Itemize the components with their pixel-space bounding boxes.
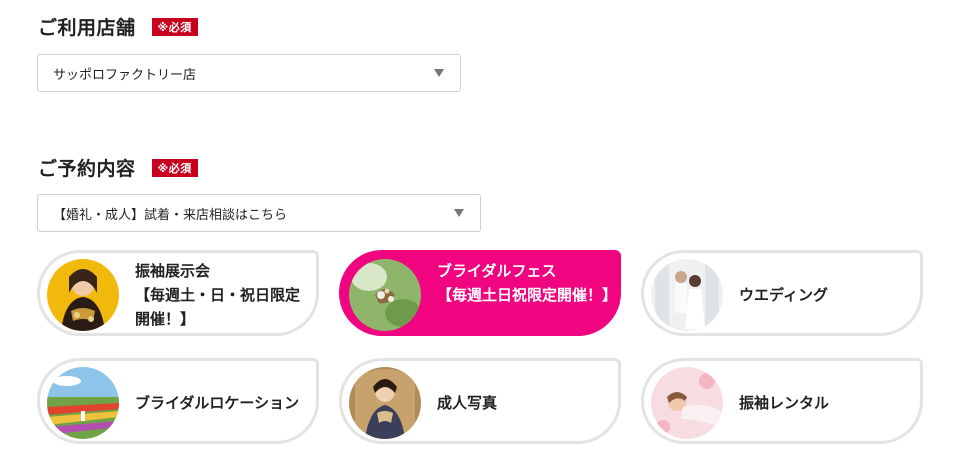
store-select[interactable]: サッポロファクトリー店 [37, 54, 461, 92]
chevron-down-icon [454, 209, 464, 217]
furisode-exhibition-thumbnail [47, 259, 119, 331]
store-section-title: ご利用店舗 ※必須 [38, 13, 198, 40]
option-label: 振袖レンタル [739, 394, 830, 412]
store-select-value: サッポロファクトリー店 [53, 67, 197, 83]
reservation-title: ご予約内容 [38, 158, 136, 180]
option-label: 成人写真 [437, 394, 498, 412]
option-card-bridal-location[interactable]: ブライダルロケーション [37, 358, 319, 444]
option-card-bridal-fes[interactable]: ブライダルフェス 【毎週土日祝限定開催！】 [339, 250, 621, 336]
bridal-location-thumbnail [47, 367, 119, 439]
store-title: ご利用店舗 [38, 17, 136, 39]
option-label: ブライダルロケーション [135, 394, 300, 412]
option-card-furisode-rental[interactable]: 振袖レンタル [641, 358, 923, 444]
reservation-section-title: ご予約内容 ※必須 [38, 154, 198, 181]
required-badge: ※必須 [151, 17, 198, 36]
reservation-select[interactable]: 【婚礼・成人】試着・来店相談はこちら [37, 194, 481, 232]
option-card-furisode-exhibition[interactable]: 振袖展示会 【毎週土・日・祝日限定開催！】 [37, 250, 319, 336]
option-card-coming-of-age-photo[interactable]: 成人写真 [339, 358, 621, 444]
bridal-fes-thumbnail [349, 259, 421, 331]
wedding-thumbnail [651, 259, 723, 331]
option-card-wedding[interactable]: ウエディング [641, 250, 923, 336]
furisode-rental-thumbnail [651, 367, 723, 439]
option-label: 振袖展示会 【毎週土・日・祝日限定開催！】 [135, 262, 301, 328]
reservation-select-value: 【婚礼・成人】試着・来店相談はこちら [53, 207, 288, 223]
option-label: ウエディング [739, 286, 828, 304]
option-label: ブライダルフェス 【毎週土日祝限定開催！】 [437, 262, 618, 304]
chevron-down-icon [434, 69, 444, 77]
required-badge: ※必須 [151, 158, 198, 177]
coming-of-age-photo-thumbnail [349, 367, 421, 439]
